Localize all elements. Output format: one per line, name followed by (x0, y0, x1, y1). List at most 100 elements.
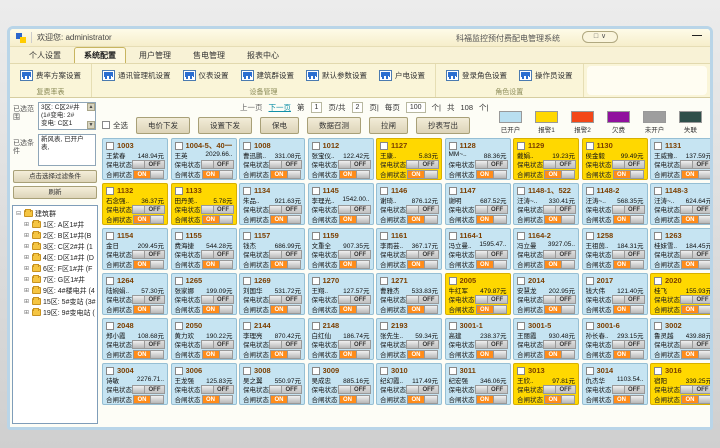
protect-toggle-off[interactable]: OFF (475, 160, 508, 169)
room-checkbox[interactable] (654, 232, 662, 240)
switch-toggle-on[interactable]: ON (133, 350, 164, 359)
tree-node[interactable]: ⊞19区: 9#变电站 ( (15, 307, 97, 318)
room-checkbox[interactable] (243, 322, 251, 330)
selected-range-listbox[interactable]: ▲▼ 3区: C区2#井(1#变电: 2#变电: C区1 (38, 102, 96, 130)
ribbon-button[interactable]: 默认参数设置 (302, 67, 371, 84)
toolbar-button-4[interactable]: 数据召测 (307, 117, 361, 134)
room-checkbox[interactable] (106, 322, 114, 330)
switch-toggle-on[interactable]: ON (133, 305, 164, 314)
switch-toggle-on[interactable]: ON (544, 350, 575, 359)
switch-toggle-on[interactable]: ON (133, 395, 164, 404)
selected-condition-box[interactable]: 新风表, 已开户表, (38, 134, 96, 166)
protect-toggle-off[interactable]: OFF (406, 160, 439, 169)
protect-toggle-off[interactable]: OFF (406, 340, 439, 349)
protect-toggle-off[interactable]: OFF (475, 340, 508, 349)
protect-toggle-off[interactable]: OFF (680, 385, 713, 394)
switch-toggle-on[interactable]: ON (544, 215, 575, 224)
room-checkbox[interactable] (586, 232, 594, 240)
room-checkbox[interactable] (175, 322, 183, 330)
protect-toggle-off[interactable]: OFF (269, 250, 302, 259)
switch-toggle-on[interactable]: ON (202, 215, 233, 224)
tree-node[interactable]: ⊞7区: G区1#井 (15, 274, 97, 285)
toolbar-button-1[interactable]: 电价下发 (136, 117, 190, 134)
protect-toggle-off[interactable]: OFF (475, 250, 508, 259)
switch-toggle-on[interactable]: ON (202, 260, 233, 269)
protect-toggle-off[interactable]: OFF (406, 205, 439, 214)
ribbon-button[interactable]: 建筑群设置 (237, 67, 299, 84)
ribbon-button[interactable]: 户电设置 (375, 67, 429, 84)
expand-icon[interactable]: ⊞ (23, 221, 30, 228)
room-checkbox[interactable] (449, 142, 457, 150)
room-checkbox[interactable] (312, 187, 320, 195)
switch-toggle-on[interactable]: ON (544, 260, 575, 269)
toolbar-button-2[interactable]: 设置下发 (198, 117, 252, 134)
protect-toggle-off[interactable]: OFF (201, 340, 234, 349)
room-checkbox[interactable] (517, 187, 525, 195)
protect-toggle-off[interactable]: OFF (543, 205, 576, 214)
expand-icon[interactable]: ⊞ (23, 309, 30, 316)
ribbon-button[interactable]: 仪表设置 (179, 67, 233, 84)
switch-toggle-on[interactable]: ON (407, 260, 438, 269)
switch-toggle-on[interactable]: ON (202, 350, 233, 359)
protect-toggle-off[interactable]: OFF (269, 295, 302, 304)
protect-toggle-off[interactable]: OFF (543, 340, 576, 349)
switch-toggle-on[interactable]: ON (339, 305, 370, 314)
protect-toggle-off[interactable]: OFF (612, 205, 645, 214)
room-checkbox[interactable] (312, 277, 320, 285)
switch-toggle-on[interactable]: ON (202, 305, 233, 314)
room-checkbox[interactable] (380, 367, 388, 375)
switch-toggle-on[interactable]: ON (476, 260, 507, 269)
switch-toggle-on[interactable]: ON (133, 170, 164, 179)
expand-icon[interactable]: ⊞ (23, 276, 30, 283)
switch-toggle-on[interactable]: ON (339, 170, 370, 179)
switch-toggle-on[interactable]: ON (339, 215, 370, 224)
room-checkbox[interactable] (312, 142, 320, 150)
room-checkbox[interactable] (243, 142, 251, 150)
tree-root[interactable]: ⊟建筑群 (15, 208, 97, 219)
switch-toggle-on[interactable]: ON (544, 395, 575, 404)
protect-toggle-off[interactable]: OFF (475, 205, 508, 214)
protect-toggle-off[interactable]: OFF (612, 160, 645, 169)
protect-toggle-off[interactable]: OFF (338, 250, 371, 259)
switch-toggle-on[interactable]: ON (339, 350, 370, 359)
skin-icon[interactable]: □ (594, 32, 598, 42)
tree-node[interactable]: ⊞4区: D区1#井 (D (15, 252, 97, 263)
protect-toggle-off[interactable]: OFF (201, 250, 234, 259)
room-checkbox[interactable] (449, 232, 457, 240)
expand-icon[interactable]: ⊞ (23, 243, 30, 250)
expand-icon[interactable]: ⊞ (23, 298, 30, 305)
switch-toggle-on[interactable]: ON (133, 260, 164, 269)
room-checkbox[interactable] (586, 277, 594, 285)
room-checkbox[interactable] (449, 367, 457, 375)
room-checkbox[interactable] (517, 277, 525, 285)
filter-select-button[interactable]: 点击选择过滤条件 (13, 170, 97, 183)
switch-toggle-on[interactable]: ON (407, 215, 438, 224)
switch-toggle-on[interactable]: ON (476, 215, 507, 224)
protect-toggle-off[interactable]: OFF (132, 205, 165, 214)
select-all-checkbox[interactable] (102, 121, 110, 129)
switch-toggle-on[interactable]: ON (681, 170, 712, 179)
toolbar-button-3[interactable]: 保电 (260, 117, 299, 134)
room-checkbox[interactable] (586, 367, 594, 375)
protect-toggle-off[interactable]: OFF (612, 250, 645, 259)
protect-toggle-off[interactable]: OFF (201, 385, 234, 394)
switch-toggle-on[interactable]: ON (270, 350, 301, 359)
room-checkbox[interactable] (243, 232, 251, 240)
protect-toggle-off[interactable]: OFF (406, 295, 439, 304)
protect-toggle-off[interactable]: OFF (338, 385, 371, 394)
room-checkbox[interactable] (654, 277, 662, 285)
protect-toggle-off[interactable]: OFF (201, 205, 234, 214)
prev-page-link[interactable]: 上一页 (240, 102, 263, 113)
room-checkbox[interactable] (449, 277, 457, 285)
room-checkbox[interactable] (106, 367, 114, 375)
switch-toggle-on[interactable]: ON (476, 350, 507, 359)
protect-toggle-off[interactable]: OFF (132, 340, 165, 349)
switch-toggle-on[interactable]: ON (407, 305, 438, 314)
switch-toggle-on[interactable]: ON (476, 395, 507, 404)
room-checkbox[interactable] (654, 142, 662, 150)
room-checkbox[interactable] (243, 187, 251, 195)
switch-toggle-on[interactable]: ON (407, 170, 438, 179)
protect-toggle-off[interactable]: OFF (612, 385, 645, 394)
range-scrollbar[interactable]: ▲▼ (87, 103, 95, 129)
protect-toggle-off[interactable]: OFF (338, 160, 371, 169)
